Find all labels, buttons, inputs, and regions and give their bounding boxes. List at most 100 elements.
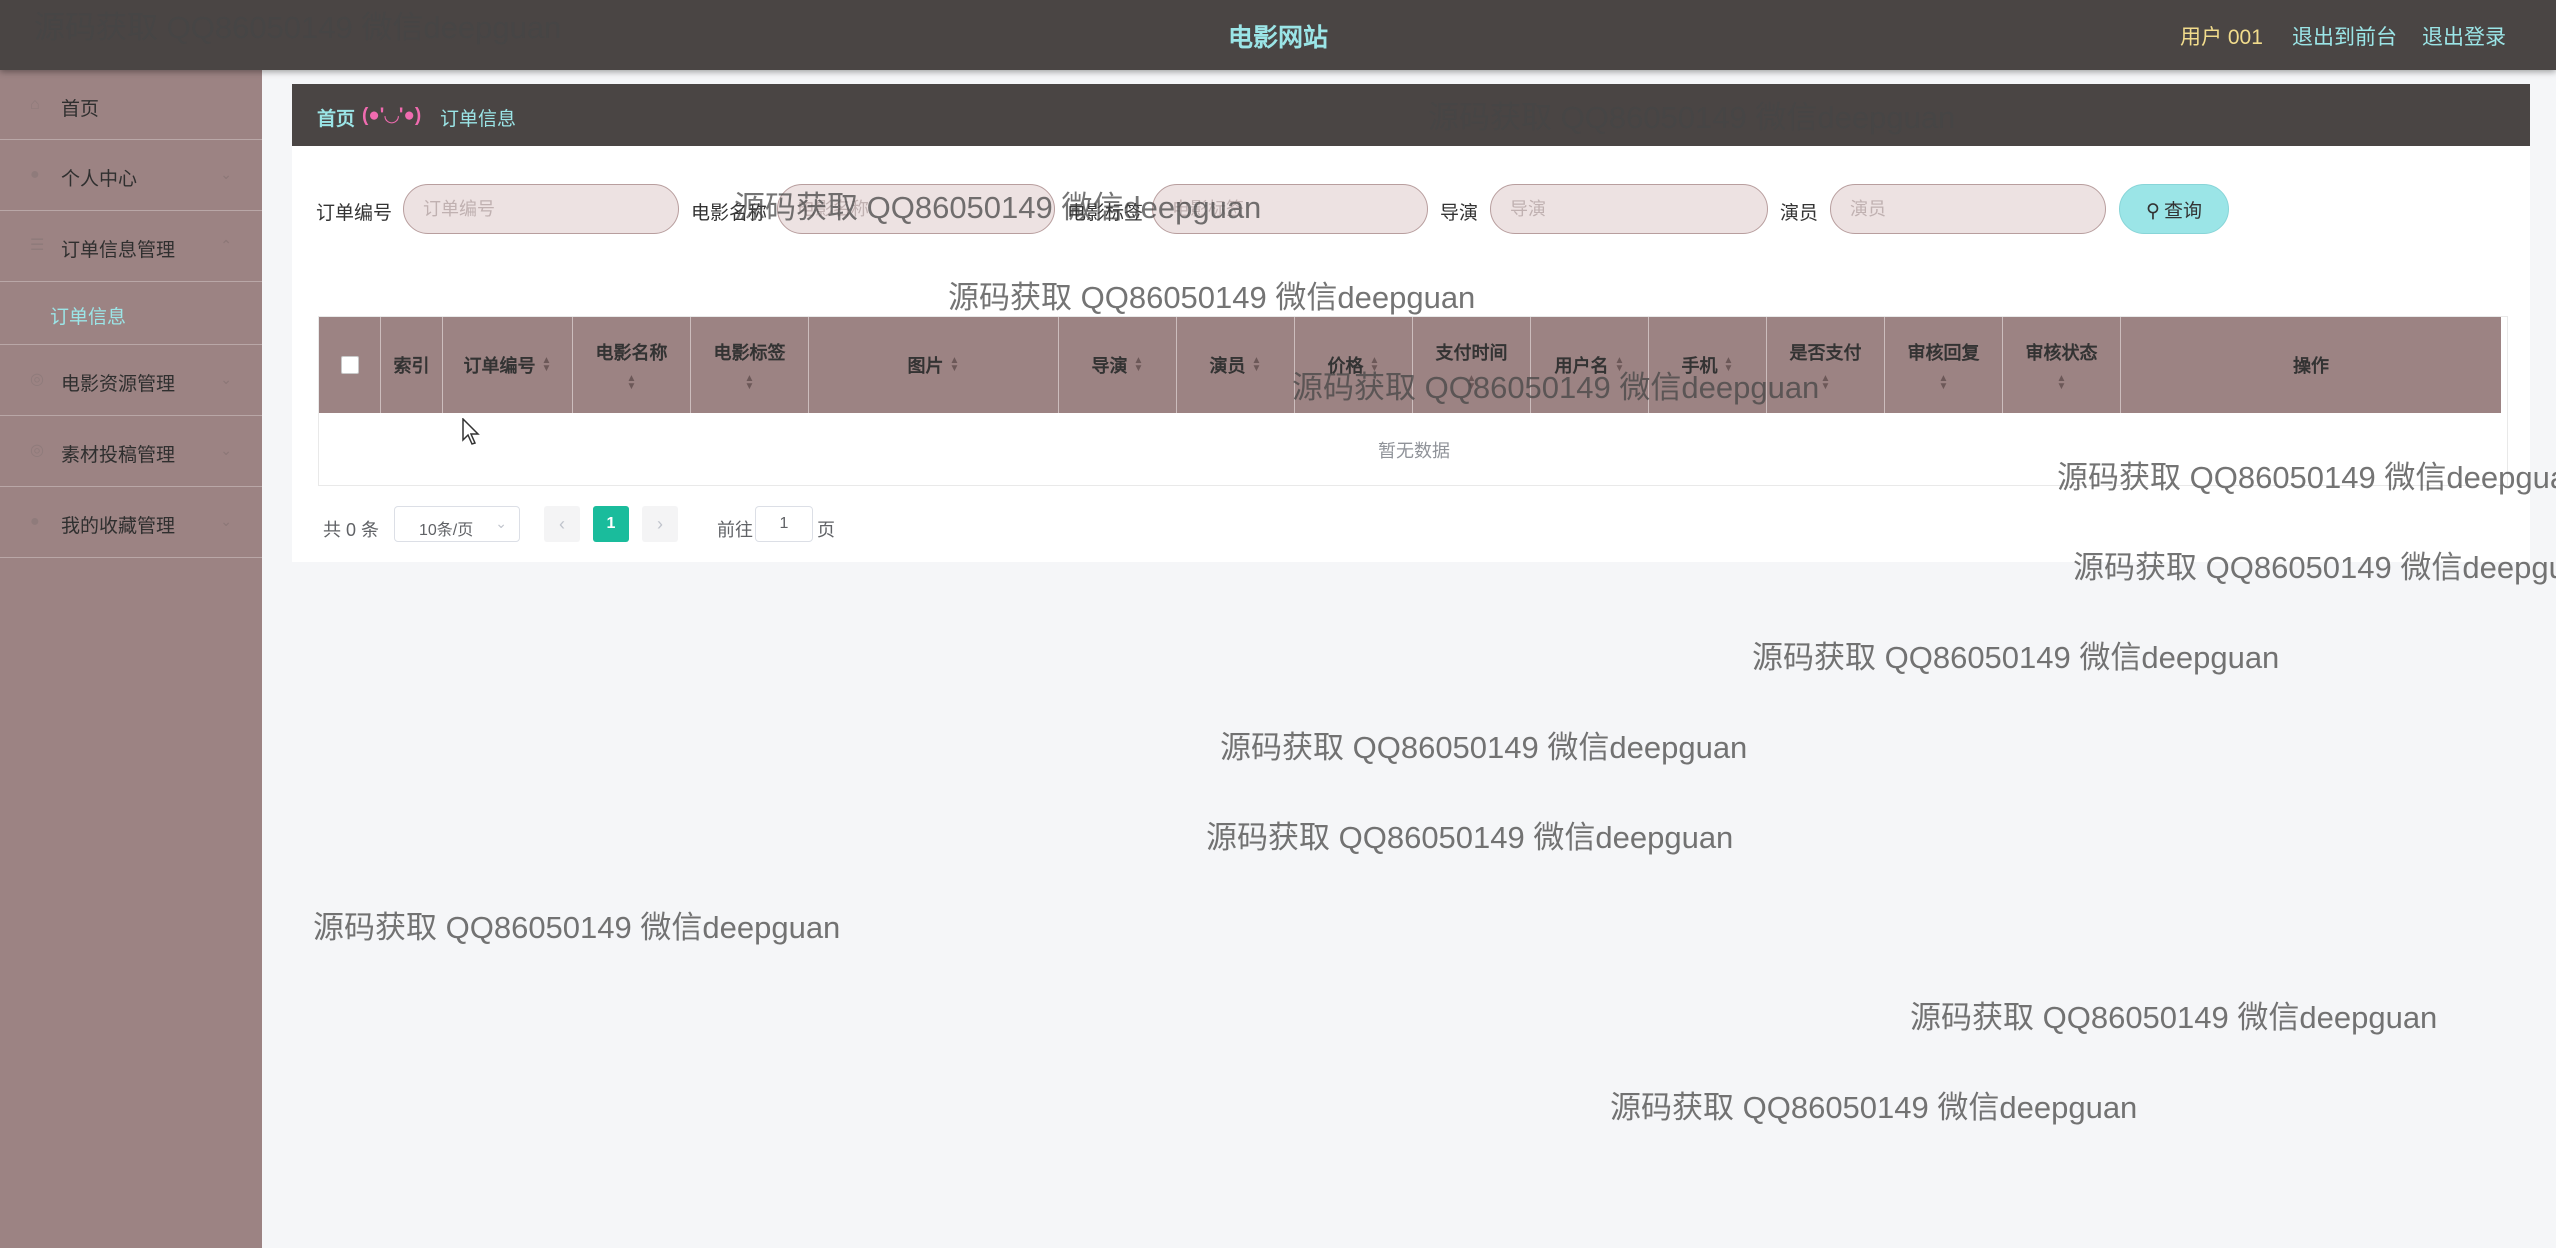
movie-name-input[interactable] bbox=[777, 184, 1055, 234]
column-label: 索引 bbox=[393, 356, 430, 376]
column-header-is-paid[interactable]: 是否支付 ▲ ▼ bbox=[1767, 317, 1885, 413]
mouse-cursor-icon bbox=[462, 418, 480, 445]
actor-input[interactable] bbox=[1830, 184, 2106, 234]
sidebar-item-home[interactable]: ⌂ 首页 bbox=[0, 70, 262, 140]
column-header-movie-tag[interactable]: 电影标签 ▲ ▼ bbox=[691, 317, 809, 413]
pagination-total: 共 0 条 bbox=[323, 520, 380, 540]
page-size-value: 10条/页 bbox=[419, 522, 474, 539]
movie-tag-input[interactable] bbox=[1152, 184, 1428, 234]
sort-icon[interactable]: ▲ ▼ bbox=[1134, 356, 1144, 374]
column-label: 是否支付 bbox=[1789, 343, 1862, 363]
sort-icon[interactable]: ▲ ▼ bbox=[1939, 374, 1949, 392]
sidebar-item-movie-resources[interactable]: ◎ 电影资源管理 ⌄ bbox=[0, 345, 262, 416]
sidebar-item-order-management[interactable]: ☰ 订单信息管理 ⌃ bbox=[0, 211, 262, 282]
column-label: 支付时间 bbox=[1435, 343, 1508, 363]
sort-icon[interactable]: ▲ ▼ bbox=[1370, 356, 1380, 374]
column-label: 电影名称 bbox=[595, 343, 668, 363]
watermark-text: 源码获取 QQ86050149 微信deepguan bbox=[1910, 1000, 2438, 1035]
column-header-director[interactable]: 导演 ▲ ▼ bbox=[1059, 317, 1177, 413]
search-icon: ⚲ bbox=[2146, 200, 2160, 222]
column-header-price[interactable]: 价格 ▲ ▼ bbox=[1295, 317, 1413, 413]
column-header-review-reply[interactable]: 审核回复 ▲ ▼ bbox=[1885, 317, 2003, 413]
sort-icon[interactable]: ▲ ▼ bbox=[950, 356, 960, 374]
chevron-up-icon: ⌃ bbox=[220, 237, 232, 253]
sidebar: ⌂ 首页 ● 个人中心 ⌄ ☰ 订单信息管理 ⌃ 订单信息 ◎ 电影资源管理 ⌄… bbox=[0, 70, 262, 1248]
column-header-actions: 操作 bbox=[2121, 317, 2501, 413]
column-label: 图片 bbox=[907, 356, 944, 376]
select-all-checkbox[interactable] bbox=[340, 356, 359, 374]
column-header-review-status[interactable]: 审核状态 ▲ ▼ bbox=[2003, 317, 2121, 413]
user-icon: ● bbox=[30, 166, 40, 183]
sort-icon[interactable]: ▲ ▼ bbox=[1724, 356, 1734, 374]
breadcrumb: 首页 (●'◡'●) 订单信息 bbox=[292, 84, 2530, 146]
column-header-index: 索引 bbox=[381, 317, 443, 413]
sort-icon[interactable]: ▲ ▼ bbox=[1252, 356, 1262, 374]
sort-icon[interactable]: ▲ ▼ bbox=[1467, 374, 1477, 392]
page-number-button[interactable]: 1 bbox=[593, 506, 629, 542]
prev-page-button[interactable]: ‹ bbox=[544, 506, 580, 542]
sidebar-item-label: 个人中心 bbox=[61, 169, 138, 190]
circle-icon: ◎ bbox=[30, 442, 44, 459]
watermark-text: 源码获取 QQ86050149 微信deepguan bbox=[1752, 640, 2280, 675]
orders-table: 索引 订单编号 ▲ ▼ 电影名称 ▲ ▼ 电影标签 ▲ ▼ 图片 ▲ ▼ 导演 ▲ ▼ bbox=[318, 316, 2508, 486]
exit-to-frontend-link[interactable]: 退出到前台 bbox=[2292, 21, 2397, 51]
chevron-down-icon: ⌄ bbox=[220, 371, 232, 387]
sidebar-item-label: 首页 bbox=[61, 99, 100, 120]
watermark-text: 源码获取 QQ86050149 微信deepguan bbox=[313, 910, 841, 945]
order-no-input[interactable] bbox=[403, 184, 679, 234]
page-suffix-label: 页 bbox=[817, 520, 835, 540]
page-size-select[interactable]: 10条/页 ⌄ bbox=[394, 506, 520, 542]
sidebar-subitem-order-info[interactable]: 订单信息 bbox=[0, 282, 262, 345]
breadcrumb-emoticon: (●'◡'●) bbox=[362, 105, 422, 126]
column-label: 导演 bbox=[1091, 356, 1128, 376]
breadcrumb-current: 订单信息 bbox=[440, 109, 517, 130]
column-label: 审核回复 bbox=[1907, 343, 1980, 363]
column-header-actor[interactable]: 演员 ▲ ▼ bbox=[1177, 317, 1295, 413]
column-header-phone[interactable]: 手机 ▲ ▼ bbox=[1649, 317, 1767, 413]
column-label: 操作 bbox=[2293, 356, 2329, 376]
column-label: 审核状态 bbox=[2025, 343, 2098, 363]
column-header-image[interactable]: 图片 ▲ ▼ bbox=[809, 317, 1059, 413]
director-label: 导演 bbox=[1440, 203, 1479, 224]
sidebar-item-favorites[interactable]: ● 我的收藏管理 ⌄ bbox=[0, 487, 262, 558]
table-header: 索引 订单编号 ▲ ▼ 电影名称 ▲ ▼ 电影标签 ▲ ▼ 图片 ▲ ▼ 导演 ▲ ▼ bbox=[319, 317, 2501, 413]
pagination: 共 0 条 10条/页 ⌄ ‹ 1 › 前往 页 bbox=[292, 506, 1192, 546]
sort-icon[interactable]: ▲ ▼ bbox=[745, 374, 755, 392]
column-header-order-no[interactable]: 订单编号 ▲ ▼ bbox=[443, 317, 573, 413]
circle-icon: ◎ bbox=[30, 371, 44, 388]
director-input[interactable] bbox=[1490, 184, 1768, 234]
goto-page-input[interactable] bbox=[755, 506, 813, 542]
movie-name-label: 电影名称 bbox=[691, 203, 768, 224]
select-all-cell bbox=[319, 317, 381, 413]
column-header-pay-time[interactable]: 支付时间 ▲ ▼ bbox=[1413, 317, 1531, 413]
sidebar-item-label: 我的收藏管理 bbox=[61, 516, 176, 537]
watermark-text: 源码获取 QQ86050149 微信deepguan bbox=[1220, 730, 1748, 765]
chevron-down-icon: ⌄ bbox=[220, 513, 232, 529]
sort-icon[interactable]: ▲ ▼ bbox=[2057, 374, 2067, 392]
chevron-down-icon: ⌄ bbox=[495, 515, 507, 531]
column-label: 订单编号 bbox=[463, 356, 536, 376]
top-header: 电影网站 用户 001 退出到前台 退出登录 bbox=[0, 0, 2556, 70]
sidebar-item-label: 订单信息管理 bbox=[61, 240, 176, 261]
column-header-movie-name[interactable]: 电影名称 ▲ ▼ bbox=[573, 317, 691, 413]
sort-icon[interactable]: ▲ ▼ bbox=[1615, 356, 1625, 374]
sort-icon[interactable]: ▲ ▼ bbox=[627, 374, 637, 392]
sidebar-item-label: 素材投稿管理 bbox=[61, 445, 176, 466]
column-label: 手机 bbox=[1681, 356, 1718, 376]
column-label: 演员 bbox=[1209, 356, 1246, 376]
sort-icon[interactable]: ▲ ▼ bbox=[542, 356, 552, 374]
watermark-text: 源码获取 QQ86050149 微信deepguan bbox=[1610, 1090, 2138, 1125]
home-icon: ⌂ bbox=[30, 96, 40, 113]
next-page-button[interactable]: › bbox=[642, 506, 678, 542]
sidebar-item-personal-center[interactable]: ● 个人中心 ⌄ bbox=[0, 140, 262, 211]
column-header-username[interactable]: 用户名 ▲ ▼ bbox=[1531, 317, 1649, 413]
query-button[interactable]: ⚲ 查询 bbox=[2119, 184, 2229, 234]
column-label: 用户名 bbox=[1554, 356, 1609, 376]
sidebar-item-material-submission[interactable]: ◎ 素材投稿管理 ⌄ bbox=[0, 416, 262, 487]
table-empty-text: 暂无数据 bbox=[1378, 441, 1450, 461]
column-label: 电影标签 bbox=[713, 343, 786, 363]
user-icon: ● bbox=[30, 513, 40, 530]
sort-icon[interactable]: ▲ ▼ bbox=[1821, 374, 1831, 392]
logout-link[interactable]: 退出登录 bbox=[2422, 21, 2506, 51]
breadcrumb-home-link[interactable]: 首页 bbox=[317, 104, 355, 131]
